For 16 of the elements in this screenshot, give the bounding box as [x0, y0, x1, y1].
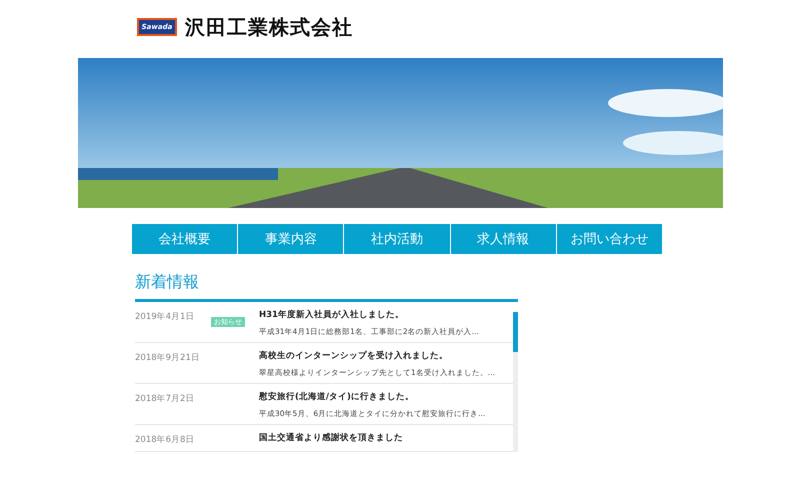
news-title-link[interactable]: 国土交通省より感謝状を頂きました: [259, 432, 403, 444]
nav-tab[interactable]: お問い合わせ: [556, 224, 662, 254]
section-heading: 新着情報: [135, 272, 518, 302]
news-date: 2019年4月1日: [135, 311, 196, 324]
news-title-link[interactable]: 高校生のインターンシップを受け入れました。: [259, 350, 495, 362]
nav-tab[interactable]: 社内活動: [344, 224, 450, 254]
news-date: 2018年7月2日: [135, 393, 196, 406]
scrollbar[interactable]: [513, 312, 518, 452]
news-date: 2018年9月21日: [135, 352, 201, 365]
news-title-link[interactable]: H31年度新入社員が入社しました。: [259, 309, 479, 321]
news-title-link[interactable]: 慰安旅行(北海道/タイ)に行きました。: [259, 391, 486, 403]
company-name: 沢田工業株式会社: [185, 14, 353, 40]
nav-tab[interactable]: 会社概要: [132, 224, 238, 254]
nav-tab[interactable]: 求人情報: [450, 224, 556, 254]
nav-tab[interactable]: 事業内容: [238, 224, 344, 254]
news-date: 2018年6月8日: [135, 434, 196, 446]
